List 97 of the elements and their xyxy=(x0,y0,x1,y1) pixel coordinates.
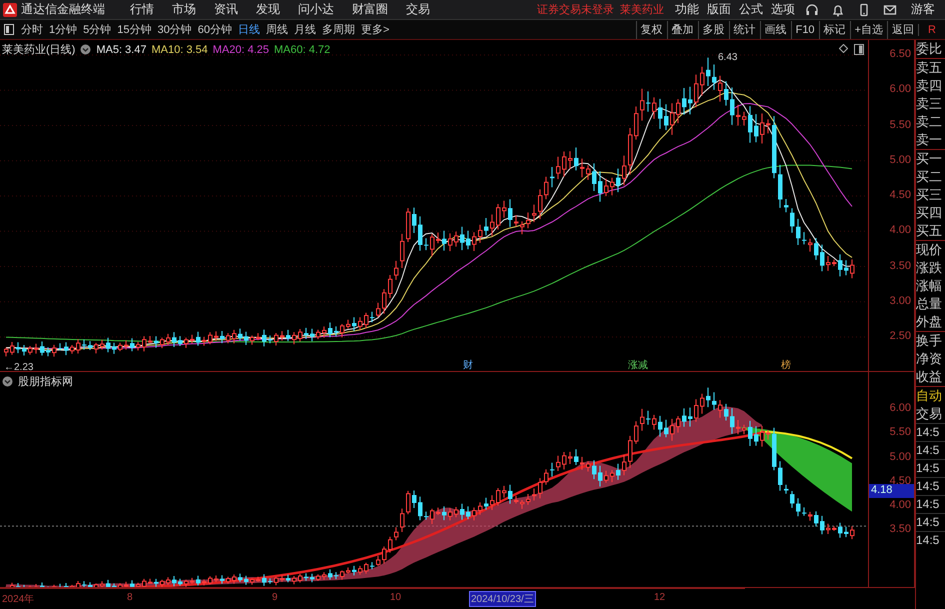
quote-label: 净资 xyxy=(916,350,943,368)
quote-label: 买五 xyxy=(916,222,943,240)
price-tick: 4.00 xyxy=(890,499,911,512)
quote-label: 买三 xyxy=(916,186,943,204)
menu-item[interactable]: 交易 xyxy=(397,1,439,18)
trade-time: 14:5 xyxy=(916,495,945,513)
quote-label: 总量 xyxy=(916,295,943,313)
menu-item[interactable]: 问小达 xyxy=(289,1,343,18)
quote-label: 外盘 xyxy=(916,313,943,331)
quote-label: 现价 xyxy=(916,240,945,259)
price-tick: 4.50 xyxy=(890,474,911,487)
price-annotation: 6.43 xyxy=(718,52,738,63)
period-tab[interactable]: 分时 xyxy=(18,20,46,38)
price-tick: 5.50 xyxy=(890,426,911,438)
event-marker[interactable]: 涨减 xyxy=(628,358,648,372)
toolbar-button[interactable]: 叠加 xyxy=(666,20,698,38)
period-tab[interactable]: 多周期 xyxy=(319,20,358,38)
period-tab[interactable]: 15分钟 xyxy=(114,20,154,38)
quote-label: 涨幅 xyxy=(916,277,943,295)
menu-item[interactable]: 财富圈 xyxy=(343,1,397,18)
date-label: 12 xyxy=(654,592,666,604)
trade-time: 14:5 xyxy=(916,513,945,531)
date-label: 9 xyxy=(272,592,278,604)
price-tick: 5.50 xyxy=(890,118,911,130)
moving-average-value: MA20: 4.25 xyxy=(212,44,269,56)
period-tab[interactable]: 周线 xyxy=(263,20,291,38)
stock-name[interactable]: 莱美药业 xyxy=(620,2,664,17)
chart-title: 莱美药业(日线) xyxy=(2,42,76,57)
price-annotation: ←2.23 xyxy=(4,362,34,372)
quote-label: 收益 xyxy=(916,368,943,386)
period-tab[interactable]: 1分钟 xyxy=(46,20,80,38)
quote-label: 委比 xyxy=(916,40,943,58)
quote-label: 卖三 xyxy=(916,95,943,113)
login-notice: 证券交易未登录 xyxy=(537,2,614,17)
moving-average-value: MA60: 4.72 xyxy=(274,44,330,56)
trade-time: 14:5 xyxy=(916,459,945,477)
price-tick: 3.50 xyxy=(890,523,911,536)
period-tab[interactable]: 5分钟 xyxy=(80,20,114,38)
period-tab[interactable]: 60分钟 xyxy=(194,20,235,38)
quote-label: 卖一 xyxy=(916,131,943,149)
date-label: 8 xyxy=(127,592,133,604)
toolbar-button[interactable]: +自选 xyxy=(850,20,887,38)
quote-label: 买一 xyxy=(916,149,945,168)
toolbar-button[interactable]: 返回 xyxy=(887,20,918,38)
quote-label: 换手 xyxy=(916,331,945,350)
date-label: 2024年 xyxy=(2,593,34,606)
trade-time: 14:5 xyxy=(916,477,945,495)
price-tick: 5.00 xyxy=(890,450,911,463)
period-tab[interactable]: 月线 xyxy=(291,20,319,38)
quote-label: 卖四 xyxy=(916,77,943,95)
quote-label: 卖二 xyxy=(916,113,943,131)
quote-label: 买四 xyxy=(916,204,943,222)
trade-time: 14:5 xyxy=(916,423,945,441)
price-tick: 6.00 xyxy=(890,402,911,414)
event-marker[interactable]: 财 xyxy=(463,358,473,372)
price-tick: 3.50 xyxy=(890,260,911,272)
quote-label: 涨跌 xyxy=(916,259,943,277)
price-tick: 6.50 xyxy=(890,48,911,60)
current-value-label: 4.18 xyxy=(869,484,914,498)
price-tick: 4.00 xyxy=(890,224,911,236)
price-tick: 2.50 xyxy=(890,330,911,342)
moving-average-value: MA5: 3.47 xyxy=(96,44,146,56)
user-label[interactable]: 游客 xyxy=(911,1,935,18)
price-tick: 6.00 xyxy=(890,83,911,96)
menu-item[interactable]: 公式 xyxy=(735,1,767,18)
trade-label[interactable]: 交易 xyxy=(916,405,945,423)
price-tick: 4.50 xyxy=(890,189,911,201)
price-tick: 3.00 xyxy=(890,294,911,307)
toolbar-button[interactable]: 统计 xyxy=(728,20,760,38)
toolbar-button[interactable]: 标记 xyxy=(818,20,850,38)
quote-label: 卖五 xyxy=(916,58,945,77)
toolbar-button[interactable]: F10 xyxy=(790,20,819,38)
menu-item[interactable]: 版面 xyxy=(703,1,735,18)
moving-average-value: MA10: 3.54 xyxy=(151,44,208,56)
menu-item[interactable]: 发现 xyxy=(247,1,289,18)
trade-time: 14:5 xyxy=(916,531,945,549)
trade-time: 14:5 xyxy=(916,441,945,459)
toolbar-button[interactable]: 复权 xyxy=(636,20,667,38)
period-tab[interactable]: 30分钟 xyxy=(154,20,195,38)
app-name: 通达信金融终端 xyxy=(21,1,105,18)
menu-item[interactable]: 选项 xyxy=(767,1,799,18)
price-tick: 5.00 xyxy=(890,154,911,166)
period-tab[interactable]: 更多> xyxy=(358,20,392,38)
period-tab[interactable]: 日线 xyxy=(235,20,263,38)
corner-label: R xyxy=(918,24,945,36)
auto-label[interactable]: 自动 xyxy=(916,386,945,405)
toolbar-button[interactable]: 画线 xyxy=(760,20,791,38)
date-label: 2024/10/23/三 xyxy=(469,591,536,608)
menu-item[interactable]: 资讯 xyxy=(205,1,247,18)
toolbar-button[interactable]: 多股 xyxy=(698,20,729,38)
event-marker[interactable]: 榜 xyxy=(781,358,791,372)
date-label: 10 xyxy=(390,592,402,604)
menu-item[interactable]: 市场 xyxy=(163,1,205,18)
menu-item[interactable]: 功能 xyxy=(671,1,703,18)
quote-label: 买二 xyxy=(916,168,943,186)
menu-item[interactable]: 行情 xyxy=(121,1,163,18)
indicator-title: 股朋指标网 xyxy=(18,375,73,390)
